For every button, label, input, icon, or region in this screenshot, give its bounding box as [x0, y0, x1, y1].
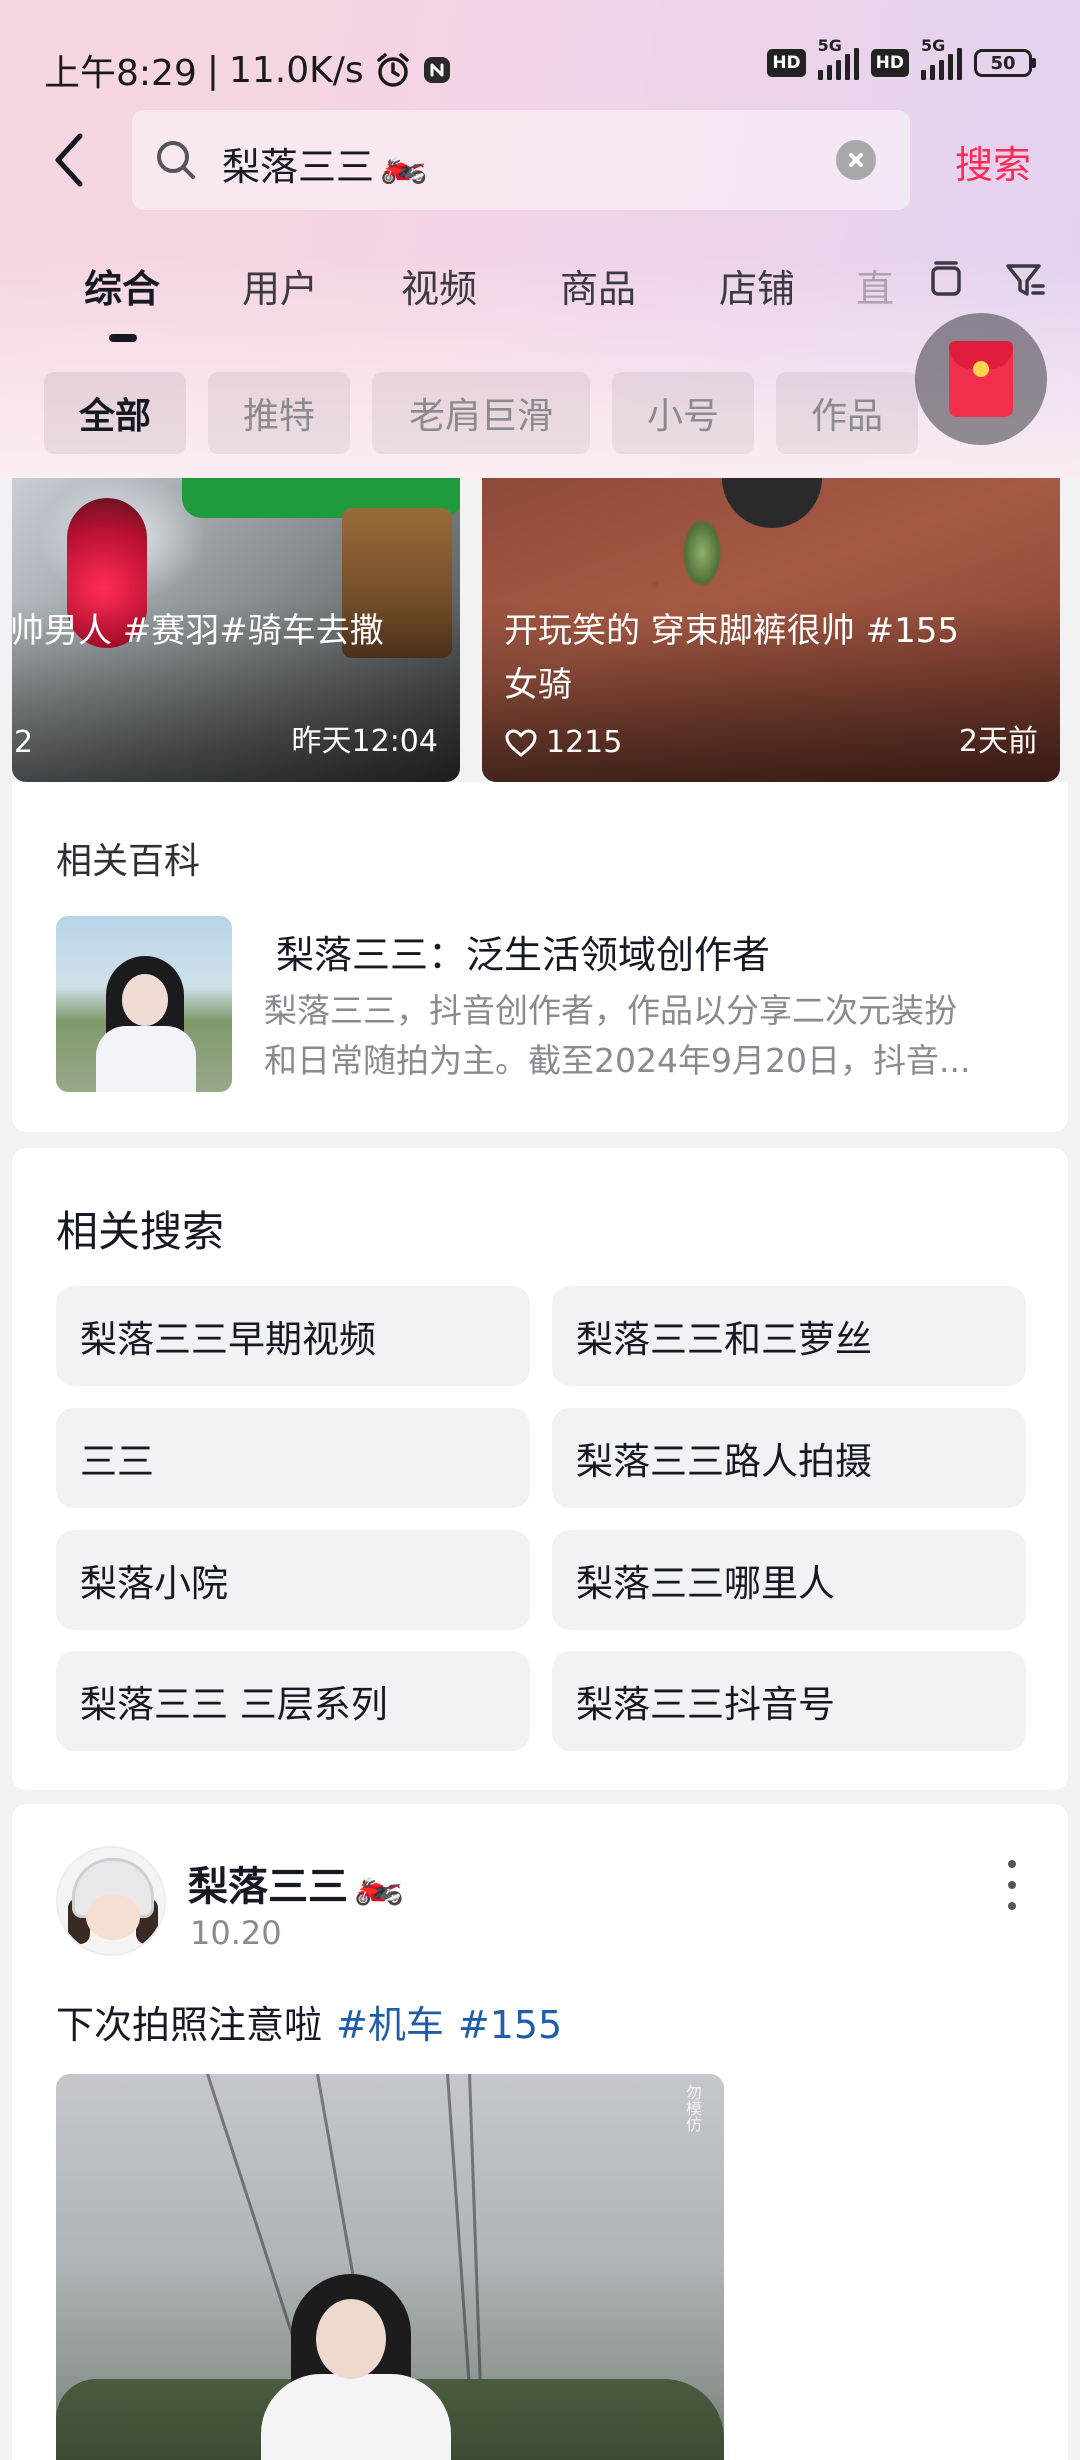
hashtag-link[interactable]: #155 [458, 2003, 562, 2047]
related-search-item[interactable]: 梨落三三和三萝丝 [552, 1286, 1026, 1386]
tab-live-partial[interactable]: 直 [856, 258, 896, 313]
heart-icon [505, 728, 537, 757]
wiki-desc-line2: 和日常随拍为主。截至2024年9月20日，抖音... [264, 1041, 971, 1080]
related-search-item[interactable]: 梨落三三哪里人 [552, 1530, 1026, 1630]
status-right: HD 5G HD 5G 50 [767, 36, 1036, 80]
video-card[interactable]: 帅男人 #赛羽#骑车去撒 2 昨天12:04 [12, 478, 460, 782]
search-button[interactable]: 搜索 [955, 134, 1031, 189]
related-search-item[interactable]: 梨落小院 [56, 1530, 530, 1630]
image-watermark: 勿模仿 [683, 2084, 702, 2132]
video-card[interactable]: 开玩笑的 穿束脚裤很帅 #155 女骑 1215 2天前 [482, 478, 1060, 782]
status-left: 上午8:29 | 11.0K/s [44, 44, 452, 96]
video-caption-line2: 女骑 [504, 665, 572, 705]
alarm-icon [376, 53, 409, 87]
wiki-title: 梨落三三：泛生活领域创作者 [276, 933, 771, 977]
tab-videos[interactable]: 视频 [401, 258, 477, 313]
wiki-desc-line1: 梨落三三，抖音创作者，作品以分享二次元装扮 [264, 991, 957, 1030]
chip-laojian[interactable]: 老肩巨滑 [372, 372, 590, 454]
motorcycle-emoji: 🏍️ [354, 1860, 404, 1907]
net-speed: 11.0K/s [228, 49, 364, 91]
signal-icon-2: 5G [921, 36, 962, 80]
chip-alt-account[interactable]: 小号 [612, 372, 754, 454]
sim1-hd-badge: HD [767, 49, 806, 77]
related-heading: 相关搜索 [56, 1207, 225, 1256]
tab-shops[interactable]: 店铺 [719, 258, 795, 313]
motorcycle-emoji: 🏍️ [380, 141, 428, 185]
tab-comprehensive[interactable]: 综合 [84, 258, 160, 313]
post-text: 下次拍照注意啦 #机车 #155 [56, 1994, 562, 2049]
layout-icon[interactable] [924, 258, 968, 302]
nfc-icon [423, 57, 450, 83]
chip-all[interactable]: 全部 [44, 372, 186, 454]
status-separator: | [206, 49, 219, 91]
related-searches-panel: 相关搜索 梨落三三早期视频 梨落三三和三萝丝 三三 梨落三三路人拍摄 梨落小院 … [12, 1148, 1068, 1790]
post-date: 10.20 [190, 1914, 282, 1952]
red-packet-icon [949, 341, 1013, 417]
status-time: 上午8:29 [44, 53, 197, 94]
related-search-item[interactable]: 梨落三三 三层系列 [56, 1651, 530, 1751]
video-likes: 1215 [546, 725, 623, 760]
chip-twitter[interactable]: 推特 [208, 372, 350, 454]
post-image[interactable]: 勿模仿 [56, 2074, 724, 2460]
sim2-network-type: 5G [921, 36, 946, 55]
video-likes-group: 1215 [504, 725, 622, 760]
video-time: 2天前 [958, 724, 1038, 759]
wiki-heading: 相关百科 [56, 841, 201, 882]
search-query: 梨落三三 🏍️ [222, 136, 427, 191]
avatar[interactable] [56, 1846, 166, 1956]
post-username[interactable]: 梨落三三 🏍️ [188, 1854, 404, 1912]
wiki-thumbnail [56, 916, 232, 1092]
back-icon [55, 133, 83, 187]
clear-icon[interactable] [836, 140, 876, 180]
post-username-text: 梨落三三 [188, 1864, 348, 1910]
search-query-text: 梨落三三 [222, 145, 375, 189]
video-caption: 帅男人 #赛羽#骑车去撒 [12, 611, 384, 651]
wiki-description: 梨落三三，抖音创作者，作品以分享二次元装扮 和日常随拍为主。截至2024年9月2… [264, 986, 1024, 1086]
red-packet-button[interactable] [915, 313, 1047, 445]
tab-users[interactable]: 用户 [242, 258, 318, 313]
chip-works[interactable]: 作品 [776, 372, 918, 454]
post-card: 梨落三三 🏍️ 10.20 下次拍照注意啦 #机车 #155 勿模仿 [12, 1804, 1068, 2460]
video-time: 昨天12:04 [291, 724, 438, 759]
search-input[interactable]: 梨落三三 🏍️ [132, 110, 910, 210]
sim2-hd-badge: HD [870, 49, 909, 77]
related-search-item[interactable]: 三三 [56, 1408, 530, 1508]
wiki-panel[interactable]: 相关百科 梨落三三：泛生活领域创作者 梨落三三，抖音创作者，作品以分享二次元装扮… [12, 782, 1068, 1132]
active-tab-indicator [109, 334, 137, 342]
related-search-item[interactable]: 梨落三三路人拍摄 [552, 1408, 1026, 1508]
battery-icon: 50 [974, 49, 1036, 77]
signal-icon: 5G [817, 36, 859, 80]
video-caption: 开玩笑的 穿束脚裤很帅 #155 [504, 611, 959, 651]
video-likes: 2 [14, 725, 34, 760]
tab-products[interactable]: 商品 [560, 258, 636, 313]
related-search-item[interactable]: 梨落三三早期视频 [56, 1286, 530, 1386]
battery-level: 50 [974, 49, 1032, 77]
related-search-item[interactable]: 梨落三三抖音号 [552, 1651, 1026, 1751]
back-button[interactable] [48, 130, 98, 190]
sim1-network-type: 5G [817, 36, 842, 55]
more-icon[interactable] [1002, 1860, 1022, 1910]
post-text-body: 下次拍照注意啦 [56, 2003, 323, 2047]
search-icon [157, 141, 195, 179]
filter-icon[interactable] [1003, 258, 1047, 302]
hashtag-link[interactable]: #机车 [336, 2003, 444, 2047]
